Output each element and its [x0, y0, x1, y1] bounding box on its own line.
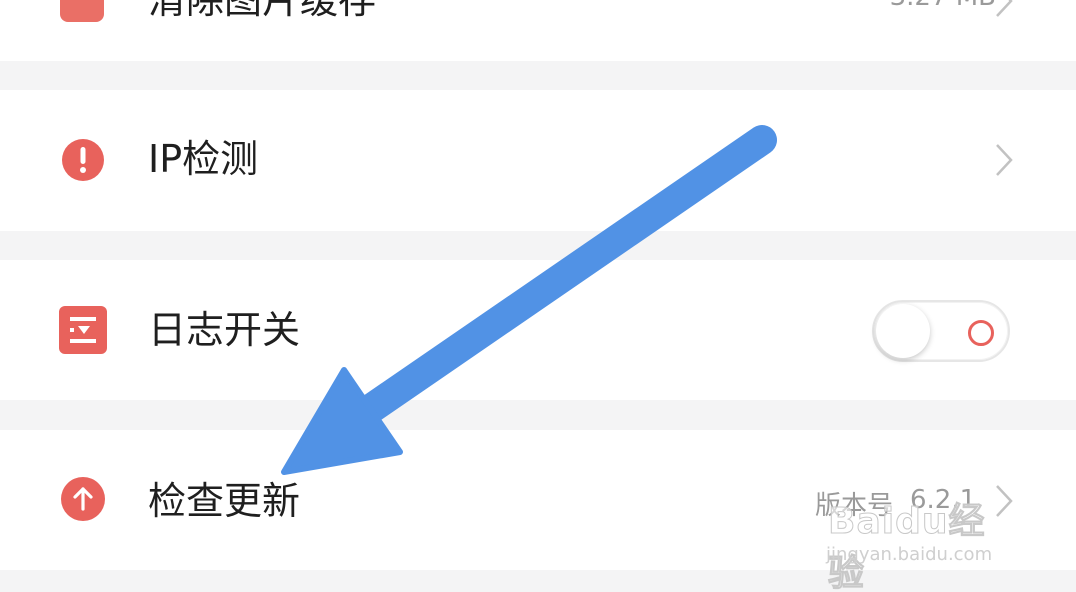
- log-switch-row: 日志开关: [0, 260, 1076, 400]
- baidu-watermark: Baidu经验 jingyan.baidu.com: [822, 478, 1022, 592]
- check-update-label: 检查更新: [148, 479, 301, 523]
- ip-check-row[interactable]: IP检测: [0, 90, 1076, 231]
- cache-size: 3.27 MB: [890, 0, 996, 12]
- log-toggle-switch[interactable]: [872, 300, 1010, 362]
- chevron-right-icon: [996, 0, 1013, 17]
- watermark-url: jingyan.baidu.com: [826, 544, 993, 565]
- image-clear-icon: [60, 0, 104, 22]
- clear-cache-row[interactable]: 清除图片缓存 3.27 MB: [0, 0, 1076, 61]
- log-icon: [59, 306, 107, 354]
- watermark-brand: Baidu经验: [828, 501, 986, 592]
- toggle-knob: [876, 304, 930, 358]
- settings-page: 清除图片缓存 3.27 MB IP检测 日志开关: [0, 0, 1076, 592]
- alert-icon: [62, 139, 104, 181]
- clear-cache-label: 清除图片缓存: [148, 0, 377, 22]
- ip-check-label: IP检测: [148, 137, 259, 181]
- log-switch-label: 日志开关: [148, 308, 301, 352]
- toggle-off-indicator-icon: [968, 320, 994, 346]
- upload-arrow-icon: [61, 477, 105, 521]
- chevron-right-icon: [996, 144, 1013, 176]
